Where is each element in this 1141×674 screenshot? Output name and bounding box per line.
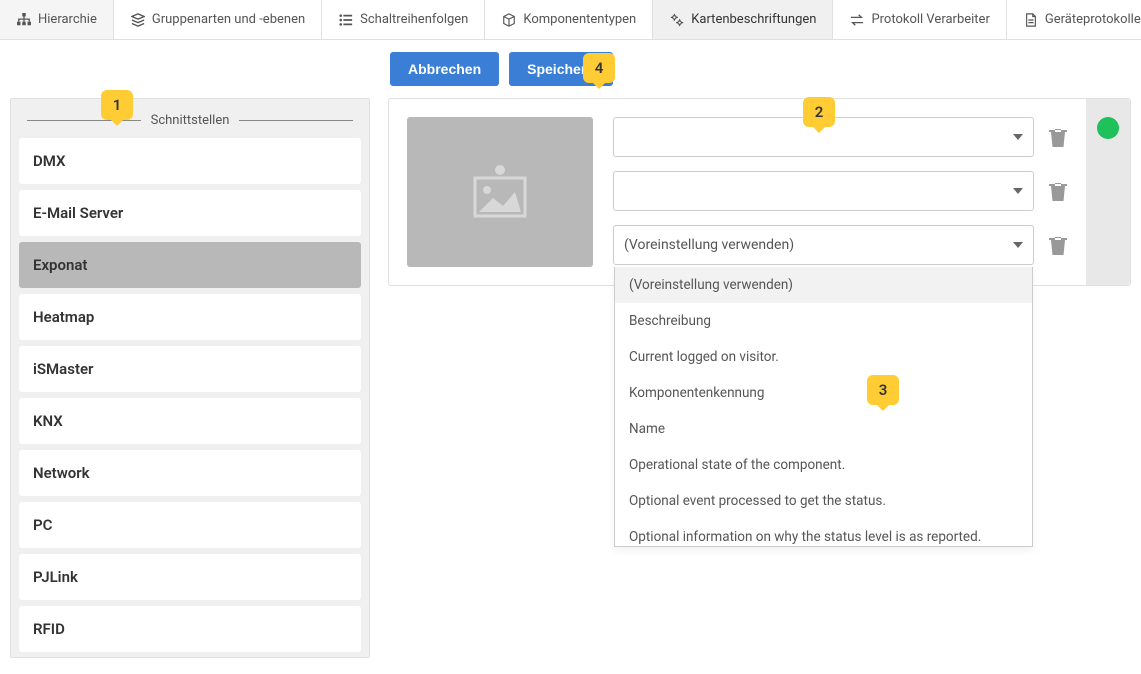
main-area: Schnittstellen DMX E-Mail Server Exponat… xyxy=(0,98,1141,658)
dropdown-option[interactable]: Komponentenkennung xyxy=(615,375,1032,411)
sidebar-item-ismaster[interactable]: iSMaster xyxy=(19,346,361,392)
field-row-0 xyxy=(613,117,1070,157)
tab-label: Hierarchie xyxy=(38,12,97,27)
callout-3: 3 xyxy=(867,375,899,405)
dropdown-option[interactable]: Operational state of the component. xyxy=(615,447,1032,483)
dropdown-option[interactable]: Name xyxy=(615,411,1032,447)
callout-2: 2 xyxy=(803,97,835,127)
tab-komponententypen[interactable]: Komponententypen xyxy=(485,0,653,39)
sidebar-item-pjlink[interactable]: PJLink xyxy=(19,554,361,600)
select-dropdown[interactable]: (Voreinstellung verwenden) Beschreibung … xyxy=(614,267,1033,547)
card-labels-panel: (Voreinstellung verwenden) (Voreinstellu… xyxy=(388,98,1131,286)
tab-kartenbeschriftungen[interactable]: Kartenbeschriftungen xyxy=(653,0,833,39)
dropdown-option[interactable]: Optional event processed to get the stat… xyxy=(615,483,1032,519)
sidebar-item-email[interactable]: E-Mail Server xyxy=(19,190,361,236)
status-rail xyxy=(1086,99,1130,285)
tab-label: Komponententypen xyxy=(523,12,636,27)
sidebar-item-knx[interactable]: KNX xyxy=(19,398,361,444)
field-list: (Voreinstellung verwenden) (Voreinstellu… xyxy=(613,117,1070,267)
top-tabbar: Hierarchie Gruppenarten und -ebenen Scha… xyxy=(0,0,1141,40)
tab-hierarchie[interactable]: Hierarchie xyxy=(0,0,114,39)
sidebar[interactable]: Schnittstellen DMX E-Mail Server Exponat… xyxy=(10,98,370,658)
callout-1: 1 xyxy=(101,90,133,120)
caret-down-icon xyxy=(1013,134,1023,140)
tab-label: Protokoll Verarbeiter xyxy=(871,12,989,27)
sidebar-item-exponat[interactable]: Exponat xyxy=(19,242,361,288)
tab-label: Schaltreihenfolgen xyxy=(360,12,468,27)
tab-label: Kartenbeschriftungen xyxy=(691,12,816,27)
caret-down-icon xyxy=(1013,188,1023,194)
thumbnail-placeholder xyxy=(407,117,593,267)
gears-icon xyxy=(669,12,685,28)
field-row-2: (Voreinstellung verwenden) (Voreinstellu… xyxy=(613,225,1070,265)
cancel-button[interactable]: Abbrechen xyxy=(390,52,499,86)
tab-label: Gruppenarten und -ebenen xyxy=(152,12,305,27)
callout-4: 4 xyxy=(583,53,615,83)
field-row-1 xyxy=(613,171,1070,211)
image-placeholder-icon xyxy=(465,164,535,220)
dropdown-option[interactable]: Optional information on why the status l… xyxy=(615,519,1032,547)
dropdown-option[interactable]: Beschreibung xyxy=(615,303,1032,339)
sidebar-item-network[interactable]: Network xyxy=(19,450,361,496)
tab-geraeteprotokolle[interactable]: Geräteprotokolle xyxy=(1007,0,1141,39)
select-value: (Voreinstellung verwenden) xyxy=(624,237,794,253)
doc-icon xyxy=(1023,12,1039,28)
sidebar-header: Schnittstellen xyxy=(19,99,361,138)
sidebar-item-heatmap[interactable]: Heatmap xyxy=(19,294,361,340)
select-field-1[interactable] xyxy=(613,171,1034,211)
tab-schaltreihenfolgen[interactable]: Schaltreihenfolgen xyxy=(322,0,485,39)
cube-icon xyxy=(501,12,517,28)
list-icon xyxy=(338,12,354,28)
hierarchy-icon xyxy=(16,12,32,28)
tab-gruppenarten[interactable]: Gruppenarten und -ebenen xyxy=(114,0,322,39)
swap-icon xyxy=(849,12,865,28)
sidebar-wrap: Schnittstellen DMX E-Mail Server Exponat… xyxy=(10,98,370,658)
tab-protokoll-verarbeiter[interactable]: Protokoll Verarbeiter xyxy=(833,0,1006,39)
caret-down-icon xyxy=(1013,242,1023,248)
delete-row-0-button[interactable] xyxy=(1048,126,1070,148)
delete-row-2-button[interactable] xyxy=(1048,234,1070,256)
tab-label: Geräteprotokolle xyxy=(1045,12,1141,27)
layers-icon xyxy=(130,12,146,28)
sidebar-item-rfid[interactable]: RFID xyxy=(19,606,361,652)
sidebar-item-dmx[interactable]: DMX xyxy=(19,138,361,184)
select-field-2[interactable]: (Voreinstellung verwenden) (Voreinstellu… xyxy=(613,225,1034,265)
content-wrap: (Voreinstellung verwenden) (Voreinstellu… xyxy=(388,98,1131,658)
dropdown-option[interactable]: Current logged on visitor. xyxy=(615,339,1032,375)
sidebar-item-pc[interactable]: PC xyxy=(19,502,361,548)
dropdown-option[interactable]: (Voreinstellung verwenden) xyxy=(615,267,1032,303)
status-indicator[interactable] xyxy=(1097,117,1119,139)
action-button-row: Abbrechen Speichern xyxy=(0,40,1141,98)
delete-row-1-button[interactable] xyxy=(1048,180,1070,202)
